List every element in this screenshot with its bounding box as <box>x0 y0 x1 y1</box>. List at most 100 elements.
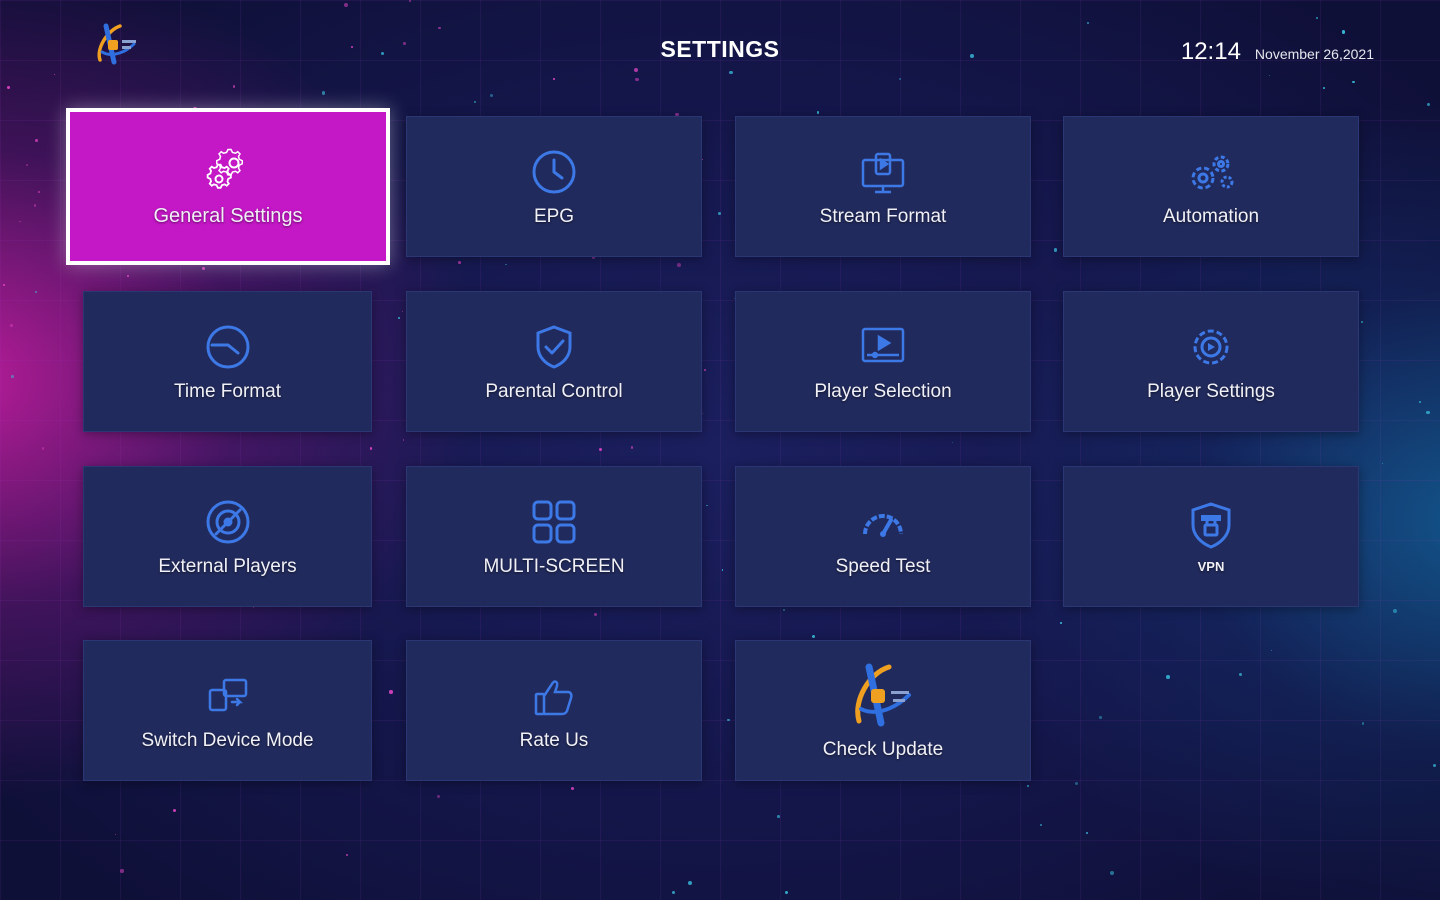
star <box>1027 784 1030 787</box>
star <box>1074 781 1078 785</box>
star <box>1270 649 1272 651</box>
star <box>1315 17 1318 20</box>
tile-automation[interactable]: Automation <box>1063 116 1359 257</box>
tile-player-settings[interactable]: Player Settings <box>1063 291 1359 432</box>
tile-parental-control[interactable]: Parental Control <box>406 291 702 432</box>
star <box>1086 22 1089 25</box>
gears-icon <box>1185 146 1237 198</box>
star <box>173 809 177 813</box>
tile-label: Automation <box>1162 205 1260 227</box>
tile-switch-device-mode[interactable]: Switch Device Mode <box>83 640 372 781</box>
tile-vpn[interactable]: VPN <box>1063 466 1359 607</box>
star <box>1419 401 1421 403</box>
star <box>688 881 692 886</box>
star <box>402 439 404 441</box>
star <box>34 291 37 294</box>
star <box>717 211 721 215</box>
time-icon <box>202 321 254 373</box>
star <box>811 635 815 639</box>
tile-label: Stream Format <box>819 205 947 227</box>
tile-rate-us[interactable]: Rate Us <box>406 640 702 781</box>
star <box>38 191 40 194</box>
tile-label: Player Settings <box>1147 380 1275 402</box>
tile-multi-screen[interactable]: MULTI-SCREEN <box>406 466 702 607</box>
clock-icon <box>528 146 580 198</box>
star <box>389 689 393 694</box>
tile-stream-format[interactable]: Stream Format <box>735 116 1031 257</box>
thumbs-up-icon <box>528 670 580 722</box>
tile-speed-test[interactable]: Speed Test <box>735 466 1031 607</box>
star <box>35 139 39 143</box>
star <box>11 375 14 378</box>
star <box>782 608 786 612</box>
tile-external-players[interactable]: External Players <box>83 466 372 607</box>
star <box>898 77 901 80</box>
star <box>127 274 130 278</box>
star <box>2 284 5 287</box>
tile-label: Player Selection <box>814 380 952 402</box>
star <box>951 442 953 444</box>
star <box>397 317 400 320</box>
star <box>706 504 708 507</box>
star <box>369 446 373 450</box>
star <box>120 869 124 873</box>
star <box>631 446 634 449</box>
tile-label: External Players <box>158 555 297 577</box>
tile-epg[interactable]: EPG <box>406 116 702 257</box>
stream-monitor-icon <box>857 146 909 198</box>
star <box>777 815 781 819</box>
clock: 12:14 November 26,2021 <box>1181 38 1374 66</box>
star <box>1099 716 1103 720</box>
star <box>721 569 724 571</box>
star <box>1432 763 1436 767</box>
star <box>1381 462 1383 465</box>
star <box>571 786 575 791</box>
star <box>784 890 788 894</box>
star <box>457 260 461 264</box>
star <box>343 3 348 8</box>
star <box>1393 609 1397 613</box>
switch-device-icon <box>202 670 254 722</box>
star <box>593 612 597 616</box>
tile-label: Switch Device Mode <box>141 729 314 751</box>
shield-check-icon <box>528 321 580 373</box>
star <box>1362 722 1365 725</box>
star <box>489 94 493 98</box>
star <box>232 85 236 89</box>
star <box>408 0 412 3</box>
star <box>633 67 638 72</box>
clock-time: 12:14 <box>1180 38 1241 65</box>
star <box>672 891 676 895</box>
tile-player-selection[interactable]: Player Selection <box>735 291 1031 432</box>
tile-label: EPG <box>533 205 575 227</box>
app-logo-icon <box>847 661 919 733</box>
star <box>1341 30 1346 34</box>
star <box>201 267 205 271</box>
tile-general-settings[interactable]: General Settings <box>66 108 390 265</box>
tile-time-format[interactable]: Time Format <box>83 291 372 432</box>
star <box>553 78 555 80</box>
external-player-icon <box>202 496 254 548</box>
star <box>321 91 326 95</box>
star <box>1238 672 1242 676</box>
star <box>19 220 21 223</box>
star <box>505 263 507 266</box>
multi-screen-icon <box>528 496 580 548</box>
star <box>1426 410 1431 415</box>
star <box>1360 320 1363 324</box>
player-screen-icon <box>857 321 909 373</box>
tile-label: Time Format <box>174 380 281 402</box>
star <box>7 86 11 90</box>
tile-label: Parental Control <box>485 380 623 402</box>
star <box>1323 86 1326 89</box>
star <box>635 77 640 82</box>
star <box>53 73 55 75</box>
star <box>1053 247 1058 252</box>
star <box>1110 871 1114 875</box>
star <box>816 111 819 114</box>
star <box>729 70 733 75</box>
tile-check-update[interactable]: Check Update <box>735 640 1031 781</box>
star <box>1352 80 1356 84</box>
star <box>1085 832 1088 835</box>
speedometer-icon <box>857 496 909 548</box>
